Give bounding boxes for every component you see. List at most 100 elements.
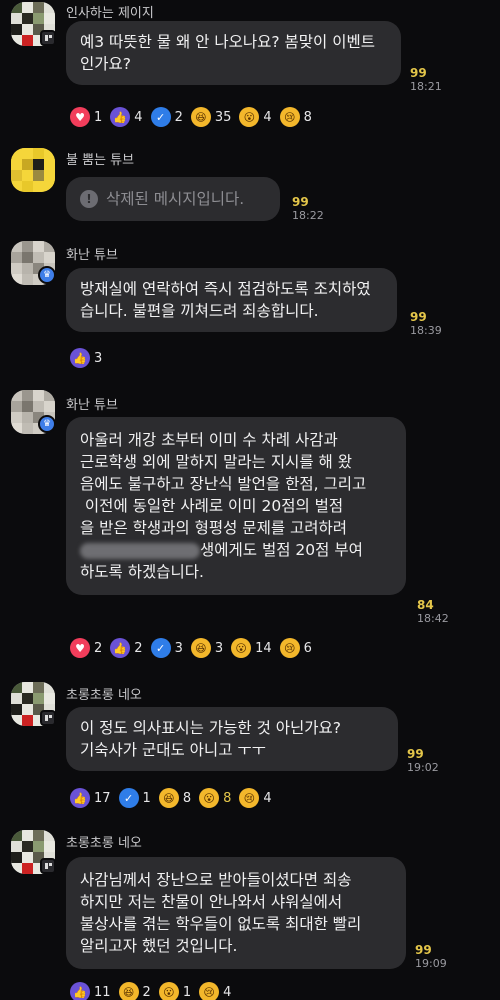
alert-icon: !	[80, 190, 98, 208]
thumbs-up-icon: 👍	[70, 788, 90, 808]
reaction-like[interactable]: 👍 11	[70, 982, 111, 1000]
unread-count: 99	[415, 943, 432, 957]
reaction-check[interactable]: ✓ 2	[150, 107, 183, 127]
message-bubble[interactable]: 이 정도 의사표시는 가능한 것 아닌가요? 기숙사가 군대도 아니고 ㅜㅜ	[66, 707, 398, 771]
message-line: 하도록 하겠습니다.	[80, 563, 204, 581]
message-line: 하지만 저는 찬물이 안나와서 샤워실에서	[80, 893, 343, 911]
timestamp: 18:42	[417, 612, 449, 625]
reaction-laugh[interactable]: 😆 35	[190, 107, 231, 127]
message-line: 기숙사가 군대도 아니고 ㅜㅜ	[80, 741, 266, 759]
timestamp: 19:09	[415, 957, 447, 970]
sender-name: 초롱초롱 네오	[66, 688, 142, 703]
reaction-bar[interactable]: ♥ 2 👍 2 ✓ 3 😆 3 😮 14 😢 6	[70, 638, 320, 658]
check-icon: ✓	[118, 788, 139, 808]
message-line: 생에게도 벌점 20점 부여	[80, 539, 392, 561]
sad-icon: 😢	[279, 638, 300, 658]
sender-name: 초롱초롱 네오	[66, 836, 142, 851]
timestamp: 18:21	[410, 80, 442, 93]
message-meta: 99 18:21	[410, 66, 442, 93]
reaction-bar[interactable]: 👍 11 😆 2 😮 1 😢 4	[70, 982, 239, 1000]
crown-icon: ♛	[38, 415, 56, 433]
timestamp: 18:22	[292, 209, 324, 222]
message-meta: 99 18:22	[292, 195, 324, 222]
message-bubble[interactable]: 방재실에 연락하여 즉시 점검하도록 조치하였습니다. 불편을 끼쳐드려 죄송합…	[66, 268, 397, 332]
message-line: 근로학생 외에 말하지 말라는 지시를 해 왔	[80, 453, 352, 471]
sender-name: 화난 튜브	[66, 248, 118, 263]
check-icon: ✓	[150, 107, 171, 127]
deleted-message-bubble[interactable]: ! 삭제된 메시지입니다.	[66, 177, 280, 221]
wow-icon: 😮	[199, 788, 220, 808]
message-line: 불상사를 겪는 학우들이 없도록 최대한 빨리	[80, 915, 362, 933]
unread-count: 99	[407, 747, 424, 761]
message-meta: 99 19:09	[415, 943, 447, 970]
wow-icon: 😮	[231, 638, 252, 658]
message-text: 삭제된 메시지입니다.	[106, 190, 245, 208]
message-line: 이 정도 의사표시는 가능한 것 아닌가요?	[80, 719, 342, 737]
unread-count: 99	[410, 310, 427, 324]
reaction-check[interactable]: ✓ 1	[118, 788, 151, 808]
sender-name: 화난 튜브	[66, 398, 118, 413]
thumbs-up-icon: 👍	[110, 638, 131, 658]
reaction-heart[interactable]: ♥ 1	[70, 107, 102, 127]
laugh-icon: 😆	[118, 982, 139, 1000]
host-badge-icon	[40, 30, 56, 46]
reaction-like[interactable]: 👍 2	[110, 638, 143, 658]
message-bubble[interactable]: 예3 따뜻한 물 왜 안 나오나요? 봄맞이 이벤트인가요?	[66, 21, 401, 85]
reaction-laugh[interactable]: 😆 2	[118, 982, 151, 1000]
message-text: 방재실에 연락하여 즉시 점검하도록 조치하였습니다. 불편을 끼쳐드려 죄송합…	[80, 280, 371, 320]
host-badge-icon	[40, 858, 56, 874]
timestamp: 18:39	[410, 324, 442, 337]
reaction-wow[interactable]: 😮 8	[199, 788, 231, 808]
message-meta: 99 19:02	[407, 747, 439, 774]
sender-name: 인사하는 제이지	[66, 6, 154, 21]
message-text: 예3 따뜻한 물 왜 안 나오나요? 봄맞이 이벤트인가요?	[80, 33, 375, 73]
avatar[interactable]	[11, 148, 55, 192]
thumbs-up-icon: 👍	[70, 348, 90, 368]
thumbs-up-icon: 👍	[70, 982, 90, 1000]
reaction-sad[interactable]: 😢 4	[239, 788, 272, 808]
sad-icon: 😢	[279, 107, 300, 127]
laugh-icon: 😆	[158, 788, 179, 808]
sad-icon: 😢	[199, 982, 220, 1000]
wow-icon: 😮	[158, 982, 179, 1000]
laugh-icon: 😆	[190, 107, 211, 127]
reaction-bar[interactable]: ♥ 1 👍 4 ✓ 2 😆 35 😮 4 😢 8	[70, 107, 320, 127]
heart-icon: ♥	[70, 107, 90, 127]
thumbs-up-icon: 👍	[110, 107, 131, 127]
reaction-wow[interactable]: 😮 14	[231, 638, 272, 658]
sender-name: 불 뿜는 튜브	[66, 153, 135, 168]
message-line: 이전에 동일한 사례로 이미 20점의 벌점	[80, 497, 344, 515]
unread-count: 99	[292, 195, 309, 209]
host-badge-icon	[40, 710, 56, 726]
message-line: 음에도 불구하고 장난식 발언을 한점, 그리고	[80, 475, 367, 493]
reaction-sad[interactable]: 😢 8	[279, 107, 312, 127]
reaction-sad[interactable]: 😢 4	[199, 982, 231, 1000]
message-bubble[interactable]: 사감님께서 장난으로 받아들이셨다면 죄송 하지만 저는 찬물이 안나와서 샤워…	[66, 857, 406, 969]
reaction-bar[interactable]: 👍 17 ✓ 1 😆 8 😮 8 😢 4	[70, 788, 280, 808]
reaction-bar[interactable]: 👍 3	[70, 348, 110, 368]
reaction-laugh[interactable]: 😆 8	[158, 788, 191, 808]
reaction-like[interactable]: 👍 4	[110, 107, 143, 127]
heart-icon: ♥	[70, 638, 90, 658]
reaction-check[interactable]: ✓ 3	[150, 638, 183, 658]
reaction-like[interactable]: 👍 17	[70, 788, 111, 808]
message-meta: 84 18:42	[417, 598, 449, 625]
unread-count: 84	[417, 598, 434, 612]
redacted-text	[80, 542, 200, 559]
message-bubble[interactable]: 아울러 개강 초부터 이미 수 차례 사감과 근로학생 외에 말하지 말라는 지…	[66, 417, 406, 595]
laugh-icon: 😆	[190, 638, 211, 658]
reaction-wow[interactable]: 😮 4	[239, 107, 272, 127]
crown-icon: ♛	[38, 266, 56, 284]
wow-icon: 😮	[239, 107, 260, 127]
message-meta: 99 18:39	[410, 310, 442, 337]
reaction-wow[interactable]: 😮 1	[158, 982, 191, 1000]
timestamp: 19:02	[407, 761, 439, 774]
message-line: 을 받은 학생과의 형평성 문제를 고려하려	[80, 519, 348, 537]
check-icon: ✓	[150, 638, 171, 658]
message-line: 아울러 개강 초부터 이미 수 차례 사감과	[80, 431, 338, 449]
reaction-heart[interactable]: ♥ 2	[70, 638, 102, 658]
reaction-sad[interactable]: 😢 6	[279, 638, 312, 658]
reaction-like[interactable]: 👍 3	[70, 348, 102, 368]
unread-count: 99	[410, 66, 427, 80]
reaction-laugh[interactable]: 😆 3	[190, 638, 223, 658]
